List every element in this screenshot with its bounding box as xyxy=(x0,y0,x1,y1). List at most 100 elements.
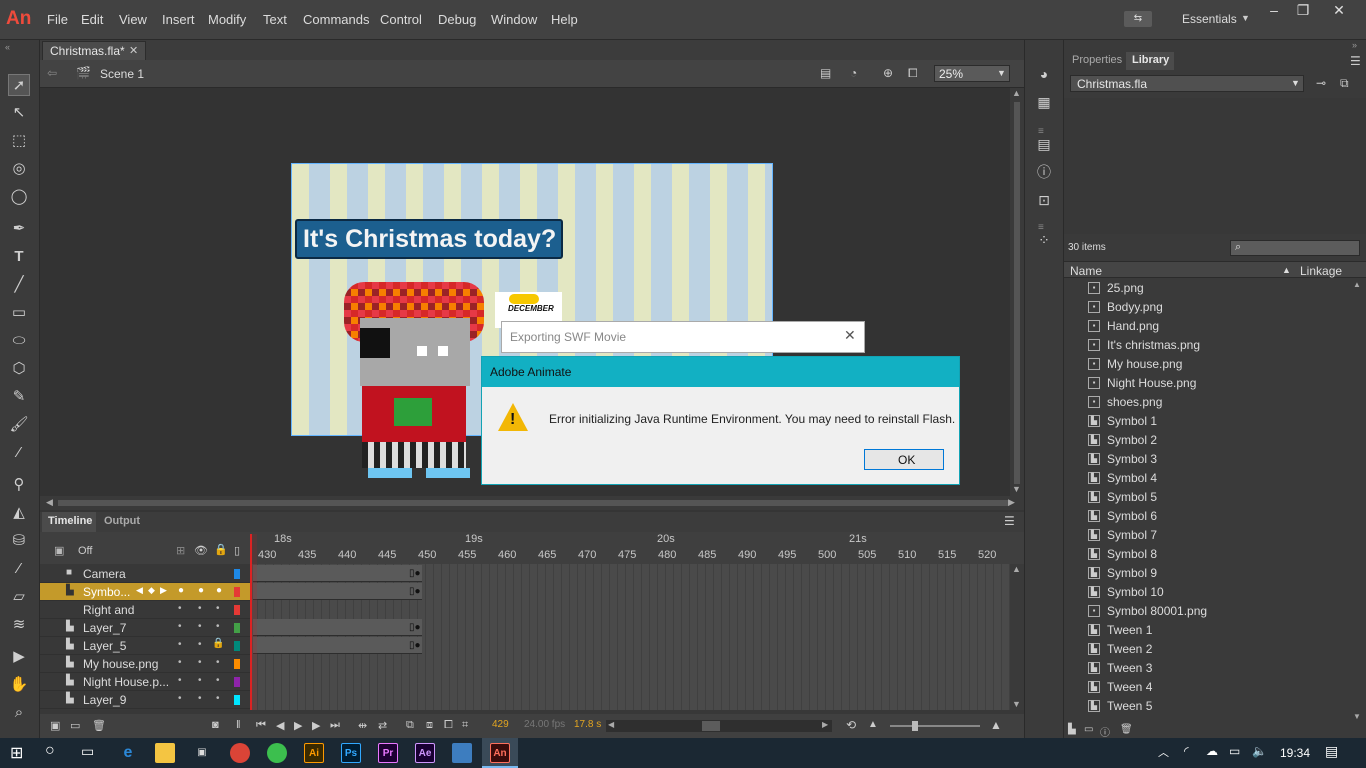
stage-horizontal-scrollbar[interactable]: ◀ ▶ xyxy=(40,496,1024,510)
layer-color-swatch[interactable] xyxy=(234,605,240,615)
bone-tool-icon[interactable]: ⚲ xyxy=(8,474,30,496)
edit-multiple-frames-icon[interactable]: ⧠ xyxy=(444,719,453,732)
library-item[interactable]: ▙ Tween 5 xyxy=(1086,697,1346,716)
keyframe-toggle-icon[interactable]: ◆ xyxy=(148,585,155,596)
menu-edit[interactable]: Edit xyxy=(81,12,103,27)
panel-menu-icon[interactable]: ☰ xyxy=(1350,54,1361,68)
properties-icon[interactable]: ⓘ xyxy=(1100,724,1110,739)
menu-file[interactable]: File xyxy=(47,12,68,27)
prev-keyframe-icon[interactable]: ◀ xyxy=(136,585,143,596)
menu-control[interactable]: Control xyxy=(380,12,422,27)
layer-color-swatch[interactable] xyxy=(234,695,240,705)
layer-row[interactable]: ▙ Layer_7 • • • xyxy=(40,619,250,637)
library-item[interactable]: ▙ Tween 4 xyxy=(1086,678,1346,697)
frame-rate[interactable]: 24.00 fps xyxy=(524,719,565,730)
back-arrow-icon[interactable]: ⇦ xyxy=(47,66,57,80)
scroll-right-icon[interactable]: ▶ xyxy=(1008,497,1015,508)
scroll-down-icon[interactable]: ▼ xyxy=(1012,699,1021,709)
scroll-track[interactable] xyxy=(58,500,1008,506)
eyedropper-tool-icon[interactable]: ⁄ xyxy=(8,558,30,580)
pencil-tool-icon[interactable]: ✎ xyxy=(8,386,30,408)
transform-icon[interactable]: ⊡ xyxy=(1034,190,1054,210)
outline-dot[interactable]: • xyxy=(216,603,220,614)
next-keyframe-icon[interactable]: ▶ xyxy=(160,585,167,596)
camera-toggle-icon[interactable]: ▣ xyxy=(54,544,64,557)
lock-dot[interactable]: • xyxy=(198,675,202,686)
layer-row[interactable]: ▙ Layer_9 • • • xyxy=(40,691,250,709)
scroll-up-icon[interactable]: ▲ xyxy=(1012,564,1021,574)
layer-row[interactable]: ■ Camera xyxy=(40,565,250,583)
close-window-button[interactable]: ✕ xyxy=(1324,0,1354,20)
scroll-right-icon[interactable]: ▶ xyxy=(822,720,828,729)
edit-symbols-icon[interactable]: ◔ xyxy=(850,66,857,80)
timeline-horizontal-scrollbar[interactable]: ◀ ▶ xyxy=(606,720,832,732)
layer-row[interactable]: Right and • • • xyxy=(40,601,250,619)
library-item[interactable]: ▙ Symbol 10 xyxy=(1086,583,1346,602)
current-frame[interactable]: 429 xyxy=(492,719,509,730)
new-symbol-icon[interactable]: ▙ xyxy=(1068,724,1076,735)
edge-icon[interactable]: e xyxy=(118,743,138,763)
last-frame-icon[interactable]: ⏭ xyxy=(330,719,340,732)
onedrive-icon[interactable]: ☁ xyxy=(1206,744,1218,758)
expand-panel-icon[interactable]: » xyxy=(1352,40,1357,50)
outline-dot[interactable]: ● xyxy=(216,585,222,596)
menu-insert[interactable]: Insert xyxy=(162,12,195,27)
ink-bottle-tool-icon[interactable]: ⛁ xyxy=(8,530,30,552)
chevron-down-icon[interactable]: ▼ xyxy=(1241,13,1250,23)
library-item[interactable]: ▙ Symbol 4 xyxy=(1086,469,1346,488)
ok-button[interactable]: OK xyxy=(864,449,944,470)
sync-settings-icon[interactable]: ⇆ xyxy=(1124,11,1152,27)
menu-debug[interactable]: Debug xyxy=(438,12,476,27)
edit-scene-icon[interactable]: ▤ xyxy=(820,66,831,80)
scroll-up-icon[interactable]: ▲ xyxy=(1012,88,1021,98)
chrome-icon[interactable] xyxy=(230,743,250,763)
pixel-character[interactable] xyxy=(340,274,490,484)
menu-text[interactable]: Text xyxy=(263,12,287,27)
library-item[interactable]: ▙ Symbol 3 xyxy=(1086,450,1346,469)
zoom-tool-icon[interactable]: ⌕ xyxy=(8,702,30,724)
library-item[interactable]: ▙ Tween 1 xyxy=(1086,621,1346,640)
zoom-in-frames-icon[interactable]: ▲ xyxy=(990,718,1002,732)
library-item[interactable]: ▙ Symbol 8 xyxy=(1086,545,1346,564)
camera-tool-icon[interactable]: ▶ xyxy=(8,646,30,668)
animate-icon[interactable]: An xyxy=(490,743,510,763)
lock-dot[interactable]: • xyxy=(198,693,202,704)
frame-span[interactable] xyxy=(253,565,422,582)
timeline-vertical-scrollbar[interactable]: ▲ ▼ xyxy=(1010,564,1024,710)
scroll-thumb[interactable] xyxy=(702,721,720,731)
close-icon[interactable]: ✕ xyxy=(844,327,856,344)
visibility-dot[interactable]: • xyxy=(178,621,182,632)
playhead[interactable] xyxy=(250,534,257,710)
library-item[interactable]: ▪ My house.png xyxy=(1086,355,1346,374)
eraser-tool-icon[interactable]: ▱ xyxy=(8,586,30,608)
line-icon[interactable] xyxy=(267,743,287,763)
line-tool-icon[interactable]: ╱ xyxy=(8,274,30,296)
outline-dot[interactable]: • xyxy=(216,675,220,686)
center-stage-icon[interactable]: ⊕ xyxy=(883,66,893,80)
outline-icon[interactable]: ▯ xyxy=(234,544,240,557)
library-item[interactable]: ▪ shoes.png xyxy=(1086,393,1346,412)
menu-modify[interactable]: Modify xyxy=(208,12,246,27)
tab-properties[interactable]: Properties xyxy=(1072,54,1122,66)
layer-color-swatch[interactable] xyxy=(234,677,240,687)
first-frame-icon[interactable]: ⏮ xyxy=(256,719,266,732)
brush-tool-icon[interactable]: ⁄ xyxy=(8,442,30,464)
width-tool-icon[interactable]: ≋ xyxy=(8,614,30,636)
camera-icon[interactable]: ◙ xyxy=(212,719,219,731)
library-item[interactable]: ▪ Bodyy.png xyxy=(1086,298,1346,317)
menu-help[interactable]: Help xyxy=(551,12,578,27)
control-panel-icon[interactable] xyxy=(452,743,472,763)
3d-rotation-tool-icon[interactable]: ◎ xyxy=(8,158,30,180)
workspace-switcher[interactable]: Essentials xyxy=(1182,12,1237,26)
polystar-tool-icon[interactable]: ⬡ xyxy=(8,358,30,380)
maximize-button[interactable]: ❐ xyxy=(1288,0,1318,20)
layer-color-swatch[interactable] xyxy=(234,569,240,579)
new-library-panel-icon[interactable]: ⧉ xyxy=(1340,76,1349,91)
column-name[interactable]: Name xyxy=(1070,264,1102,278)
menu-view[interactable]: View xyxy=(119,12,147,27)
zoom-select[interactable]: 25% ▼ xyxy=(934,65,1010,82)
layer-row[interactable]: ▙ My house.png • • • xyxy=(40,655,250,673)
after-effects-icon[interactable]: Ae xyxy=(415,743,435,763)
keyframe-icon[interactable]: ▯● xyxy=(409,622,421,633)
volume-icon[interactable]: 🔈 xyxy=(1252,744,1267,758)
